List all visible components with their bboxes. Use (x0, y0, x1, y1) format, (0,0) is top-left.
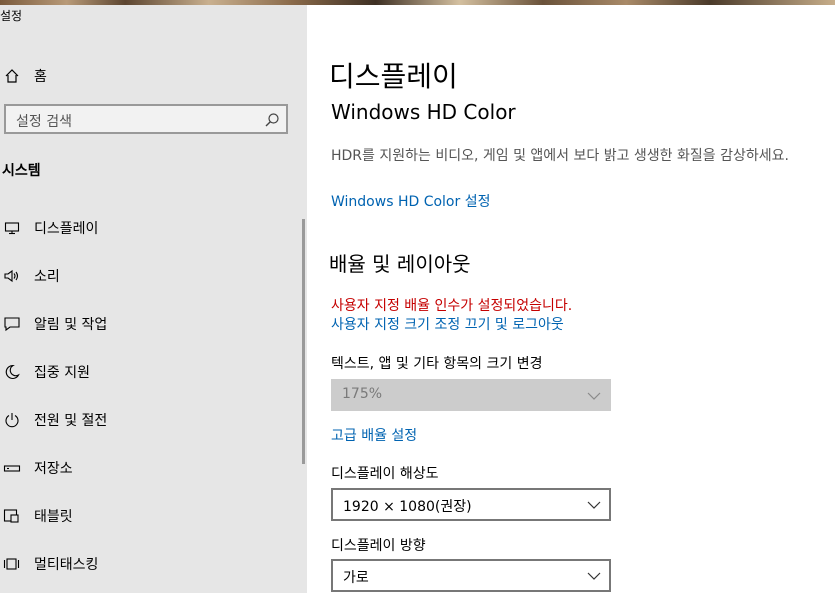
sidebar-item-label: 알림 및 작업 (34, 317, 108, 333)
chevron-down-icon (587, 568, 601, 582)
sidebar-item-label: 소리 (34, 269, 60, 285)
search-icon[interactable] (264, 112, 280, 128)
sidebar-item-sound[interactable]: 소리 (0, 256, 300, 296)
page-title: 디스플레이 (329, 60, 458, 93)
scale-dropdown: 175% (331, 379, 611, 411)
sidebar-item-tablet[interactable]: 태블릿 (0, 496, 300, 536)
power-icon (2, 410, 22, 430)
sidebar-item-label: 디스플레이 (34, 221, 99, 237)
sidebar-item-storage[interactable]: 저장소 (0, 448, 300, 488)
advanced-scaling-link[interactable]: 고급 배율 설정 (331, 425, 417, 445)
sidebar-item-notifications[interactable]: 알림 및 작업 (0, 304, 300, 344)
sidebar-item-multitasking[interactable]: 멀티태스킹 (0, 544, 300, 584)
moon-icon (2, 362, 22, 382)
resolution-label: 디스플레이 해상도 (331, 466, 439, 482)
sidebar-item-display[interactable]: 디스플레이 (0, 208, 300, 248)
sidebar-item-label: 태블릿 (34, 509, 73, 525)
hd-color-settings-link[interactable]: Windows HD Color 설정 (331, 191, 490, 211)
scale-value: 175% (342, 386, 383, 402)
signout-link[interactable]: 사용자 지정 크기 조정 끄기 및 로그아웃 (331, 314, 564, 334)
resolution-value: 1920 × 1080(권장) (343, 499, 472, 515)
resolution-dropdown[interactable]: 1920 × 1080(권장) (331, 488, 611, 521)
sidebar-item-label: 저장소 (34, 461, 73, 477)
orientation-dropdown[interactable]: 가로 (331, 559, 611, 592)
orientation-label: 디스플레이 방향 (331, 538, 426, 554)
sidebar-item-label: 집중 지원 (34, 365, 90, 381)
chevron-down-icon (587, 497, 601, 511)
app-title: 설정 (0, 9, 23, 23)
section-title: 시스템 (2, 163, 41, 179)
size-label: 텍스트, 앱 및 기타 항목의 크기 변경 (331, 356, 543, 372)
multitasking-icon (2, 554, 22, 574)
hdr-description: HDR를 지원하는 비디오, 게임 및 앱에서 보다 밝고 생생한 화질을 감상… (331, 148, 789, 164)
custom-scale-warning: 사용자 지정 배율 인수가 설정되었습니다. (331, 298, 573, 314)
scale-section-title: 배율 및 레이아웃 (329, 252, 471, 276)
search-placeholder: 설정 검색 (16, 114, 72, 130)
storage-icon (2, 458, 22, 478)
search-input[interactable]: 설정 검색 (4, 104, 288, 134)
sidebar-item-focus-assist[interactable]: 집중 지원 (0, 352, 300, 392)
home-icon (2, 66, 22, 86)
sidebar-item-home[interactable]: 홈 (0, 56, 300, 96)
tablet-icon (2, 506, 22, 526)
message-icon (2, 314, 22, 334)
sidebar-item-power[interactable]: 전원 및 절전 (0, 400, 300, 440)
sidebar-item-label: 전원 및 절전 (34, 413, 108, 429)
monitor-icon (2, 218, 22, 238)
sidebar-item-label: 멀티태스킹 (34, 557, 99, 573)
speaker-icon (2, 266, 22, 286)
sidebar-scrollbar[interactable] (302, 219, 305, 464)
orientation-value: 가로 (343, 570, 369, 586)
sidebar-item-label: 홈 (34, 69, 47, 85)
hdr-section-title: Windows HD Color (331, 100, 516, 124)
chevron-down-icon (587, 388, 601, 402)
